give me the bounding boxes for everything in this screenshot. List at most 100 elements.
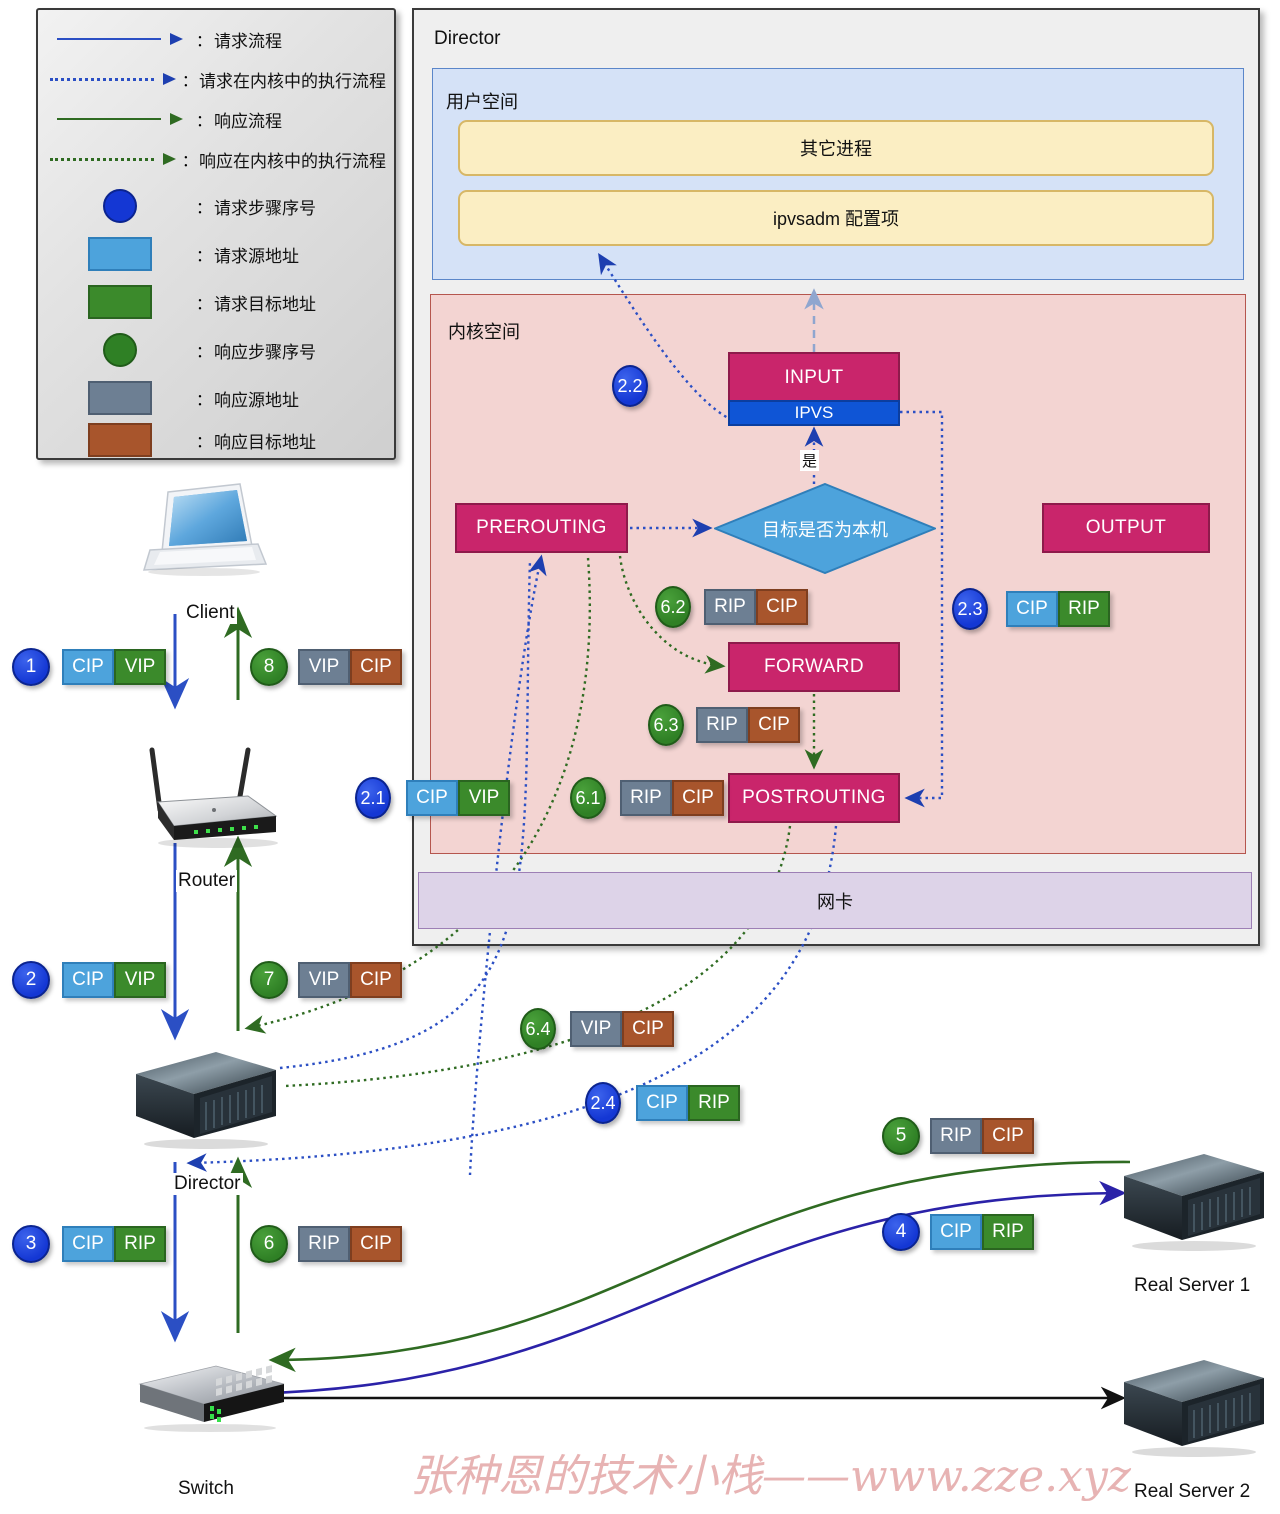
step-badge-2-1: 2.1: [355, 777, 391, 819]
legend-colon: ：: [195, 33, 212, 50]
legend-item-response-flow: ： 响应流程: [46, 100, 386, 138]
ipvsadm-config-box: ipvsadm 配置项: [458, 190, 1214, 246]
packet-src-2-1: CIP: [406, 780, 458, 816]
step-badge-6-1: 6.1: [570, 777, 606, 819]
packet-src-5: RIP: [930, 1118, 982, 1154]
packet-src-3: CIP: [62, 1226, 114, 1262]
step-badge-6-4: 6.4: [520, 1008, 556, 1050]
nic-box: 网卡: [418, 872, 1252, 929]
legend-label: 响应流程: [214, 111, 282, 131]
switch-label: Switch: [176, 1478, 236, 1500]
legend-sample-arrow-solid-green: [46, 113, 194, 125]
packet-dst-2-3: RIP: [1058, 591, 1110, 627]
diagram-canvas: ： 请求流程 ： 请求在内核中的执行流程 ： 响应流程 ： 响应在内核中的执行流…: [0, 0, 1280, 1514]
packet-tag-6-4: VIP CIP: [570, 1011, 674, 1047]
packet-tag-5: RIP CIP: [930, 1118, 1034, 1154]
legend-colon: ：: [195, 248, 212, 265]
legend-item-request-step-number: ： 请求步骤序号: [46, 184, 386, 228]
request-dest-swatch: [88, 285, 152, 319]
packet-dst-2-1: VIP: [458, 780, 510, 816]
packet-src-7: VIP: [298, 962, 350, 998]
step-badge-4: 4: [882, 1213, 920, 1251]
legend-label: 请求源地址: [214, 246, 299, 266]
request-number-swatch: [103, 189, 137, 223]
legend-label: 请求在内核中的执行流程: [199, 71, 386, 91]
step-badge-6-3: 6.3: [648, 704, 684, 746]
watermark: 张种恩的技术小栈——www.zze.xyz: [410, 1451, 1131, 1502]
legend-label: 请求流程: [214, 31, 282, 51]
packet-src-6: RIP: [298, 1226, 350, 1262]
packet-src-6-2: RIP: [704, 589, 756, 625]
packet-tag-4: CIP RIP: [930, 1214, 1034, 1250]
legend-item-request-dest-address: ： 请求目标地址: [46, 280, 386, 324]
legend-colon: ：: [195, 200, 212, 217]
legend-colon: ：: [195, 113, 212, 130]
legend-sample-circle-green: [46, 333, 194, 367]
router-label: Router: [176, 870, 238, 892]
packet-src-2-4: CIP: [636, 1085, 688, 1121]
packet-tag-2: CIP VIP: [62, 962, 166, 998]
packet-src-4: CIP: [930, 1214, 982, 1250]
step-badge-5: 5: [882, 1117, 920, 1155]
packet-src-6-1: RIP: [620, 780, 672, 816]
router-icon: [128, 740, 288, 850]
packet-dst-6: CIP: [350, 1226, 402, 1262]
real-server-1-label: Real Server 1: [1132, 1275, 1253, 1297]
legend-sample-square-green: [46, 285, 194, 319]
packet-tag-1: CIP VIP: [62, 649, 166, 685]
legend-item-request-flow: ： 请求流程: [46, 20, 386, 58]
packet-tag-2-1: CIP VIP: [406, 780, 510, 816]
legend-colon: ：: [195, 296, 212, 313]
legend-label: 响应目标地址: [214, 432, 316, 452]
request-source-swatch: [88, 237, 152, 271]
chain-output: OUTPUT: [1042, 503, 1210, 553]
client-label: Client: [184, 602, 237, 624]
legend-sample-arrow-dotted-blue: [46, 73, 181, 85]
switch-icon: [132, 1358, 292, 1438]
user-space-title: 用户空间: [446, 92, 518, 112]
packet-dst-6-1: CIP: [672, 780, 724, 816]
response-number-swatch: [103, 333, 137, 367]
legend-label: 请求目标地址: [214, 294, 316, 314]
step-badge-2-4: 2.4: [585, 1082, 621, 1124]
kernel-space-title: 内核空间: [448, 322, 520, 342]
legend-item-response-dest-address: ： 响应目标地址: [46, 418, 386, 462]
packet-dst-7: CIP: [350, 962, 402, 998]
client-laptop-icon: [140, 480, 270, 580]
step-badge-7: 7: [250, 961, 288, 999]
chain-ipvs: IPVS: [728, 400, 900, 426]
legend-colon: ：: [195, 392, 212, 409]
packet-tag-6-2: RIP CIP: [704, 589, 808, 625]
legend-sample-square-brown: [46, 423, 194, 457]
chain-input: INPUT: [728, 352, 900, 401]
packet-tag-6: RIP CIP: [298, 1226, 402, 1262]
director-server-icon: [130, 1046, 280, 1151]
step-badge-6: 6: [250, 1225, 288, 1263]
step-badge-2-3: 2.3: [952, 588, 988, 630]
chain-forward: FORWARD: [728, 642, 900, 692]
packet-dst-1: VIP: [114, 649, 166, 685]
legend-sample-arrow-solid-blue: [46, 33, 194, 45]
packet-tag-8: VIP CIP: [298, 649, 402, 685]
legend-sample-square-gray: [46, 381, 194, 415]
packet-tag-6-3: RIP CIP: [696, 707, 800, 743]
packet-dst-5: CIP: [982, 1118, 1034, 1154]
packet-src-6-3: RIP: [696, 707, 748, 743]
chain-postrouting: POSTROUTING: [728, 773, 900, 823]
packet-dst-6-4: CIP: [622, 1011, 674, 1047]
packet-src-8: VIP: [298, 649, 350, 685]
packet-tag-7: VIP CIP: [298, 962, 402, 998]
response-source-swatch: [88, 381, 152, 415]
legend-panel: ： 请求流程 ： 请求在内核中的执行流程 ： 响应流程 ： 响应在内核中的执行流…: [36, 8, 396, 460]
legend-colon: ：: [181, 73, 198, 90]
packet-dst-2: VIP: [114, 962, 166, 998]
legend-label: 响应源地址: [214, 390, 299, 410]
legend-colon: ：: [181, 153, 198, 170]
packet-src-1: CIP: [62, 649, 114, 685]
legend-label: 响应在内核中的执行流程: [199, 151, 386, 171]
director-node-label: Director: [172, 1173, 243, 1195]
decision-yes-label: 是: [800, 450, 820, 471]
packet-dst-8: CIP: [350, 649, 402, 685]
legend-label: 请求步骤序号: [214, 198, 316, 218]
packet-dst-4: RIP: [982, 1214, 1034, 1250]
